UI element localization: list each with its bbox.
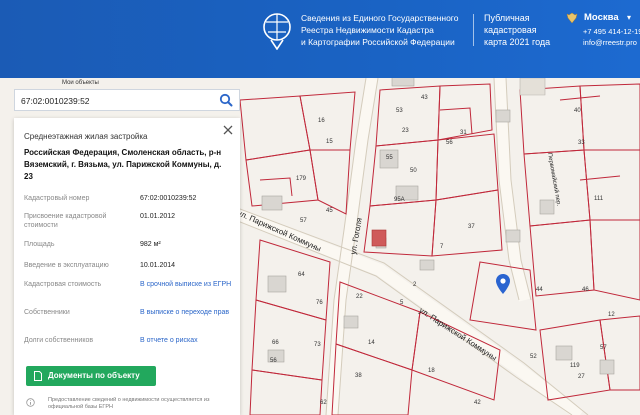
parcel-number: 18	[428, 368, 435, 374]
parcel-number: 56	[270, 358, 277, 364]
parcel-number: 76	[316, 300, 323, 306]
parcel-number: 5	[400, 300, 404, 306]
parcel-number: 2	[413, 282, 417, 288]
info-value: 10.01.2014	[140, 262, 176, 269]
button-label: Документы по объекту	[48, 371, 140, 380]
highlighted-building	[371, 229, 387, 247]
parcel-number: 43	[421, 95, 428, 101]
parcel-number: 52	[530, 354, 537, 360]
info-label: Введение в эксплуатацию	[24, 262, 109, 269]
coat-of-arms-icon	[566, 12, 578, 24]
parcel-number: 46	[582, 287, 589, 293]
parcel-number: 38	[355, 373, 362, 379]
search-input[interactable]	[21, 93, 211, 108]
parcel-number: 44	[536, 287, 543, 293]
info-label: Площадь	[24, 241, 55, 248]
parcel-number: 50	[410, 168, 417, 174]
object-type: Среднеэтажная жилая застройка	[24, 132, 148, 141]
email-link[interactable]: info@rreestr.pro	[583, 38, 637, 47]
parcel-number: 64	[298, 272, 305, 278]
parcel-number: 73	[314, 342, 321, 348]
parcel-number: 22	[356, 294, 363, 300]
parcel-number: 33	[578, 140, 585, 146]
info-label: Кадастровый номер	[24, 195, 90, 202]
parcel-number: 42	[474, 400, 481, 406]
parcel-number: 95А	[394, 197, 405, 203]
my-objects-label[interactable]: Мои объекты	[62, 80, 99, 86]
parcel-number: 57	[600, 345, 607, 351]
parcel-number: 62	[320, 400, 327, 406]
chevron-down-icon[interactable]: ▾	[627, 13, 631, 22]
object-info-panel: Среднеэтажная жилая застройка Российская…	[14, 118, 240, 415]
parcel-number: 119	[570, 363, 580, 369]
risk-report-link[interactable]: В отчете о рисках	[140, 336, 238, 345]
parcel-number: 23	[402, 128, 409, 134]
parcel-number: 66	[272, 340, 279, 346]
info-label: Долги собственников	[24, 337, 94, 344]
header-divider	[473, 14, 474, 46]
parcel-number: 56	[446, 140, 453, 146]
info-value: 01.01.2012	[140, 213, 176, 220]
parcel-number: 53	[396, 108, 403, 114]
parcel-number: 55	[386, 155, 393, 161]
object-address: Российская Федерация, Смоленская область…	[24, 148, 222, 181]
parcel-number: 14	[368, 340, 375, 346]
parcel-number: 40	[574, 108, 581, 114]
info-value: 982 м²	[140, 241, 161, 248]
site-header: Сведения из Единого Государственного Рее…	[0, 0, 640, 78]
object-documents-button[interactable]: Документы по объекту	[26, 366, 156, 386]
org-name: Сведения из Единого Государственного Рее…	[301, 13, 459, 47]
parcel-number: 37	[468, 224, 475, 230]
search-icon[interactable]	[219, 93, 233, 107]
parcel-number: 31	[460, 130, 467, 136]
rosreestr-emblem-icon[interactable]	[262, 12, 292, 50]
info-icon	[26, 398, 35, 407]
info-label: Присвоение кадастровой стоимости	[24, 213, 107, 229]
info-value: 67:02:0010239:52	[140, 195, 197, 202]
urgent-extract-link[interactable]: В срочной выписке из ЕГРН	[140, 280, 238, 289]
document-icon	[34, 371, 42, 381]
rights-transfer-link[interactable]: В выписке о переходе прав	[140, 308, 238, 317]
parcel-number: 179	[296, 176, 307, 182]
search-bar	[14, 89, 240, 111]
parcel-number: 16	[318, 118, 325, 124]
close-icon[interactable]	[222, 124, 234, 136]
location-pin-icon[interactable]	[496, 274, 510, 294]
parcel-number: 27	[578, 374, 585, 380]
phone-link[interactable]: +7 495 414-12-19	[583, 27, 640, 36]
parcel-number: 45	[326, 208, 333, 214]
parcel-number: 7	[440, 244, 444, 250]
city-selector[interactable]: Москва	[584, 12, 619, 23]
parcel-number: 57	[300, 218, 307, 224]
parcel-number: 12	[608, 312, 615, 318]
product-name: Публичная кадастровая карта 2021 года	[484, 13, 551, 47]
info-label: Собственники	[24, 309, 70, 316]
parcel-number: 15	[326, 139, 333, 145]
info-label: Кадастровая стоимость	[24, 281, 102, 288]
parcel-number: 111	[594, 196, 604, 202]
